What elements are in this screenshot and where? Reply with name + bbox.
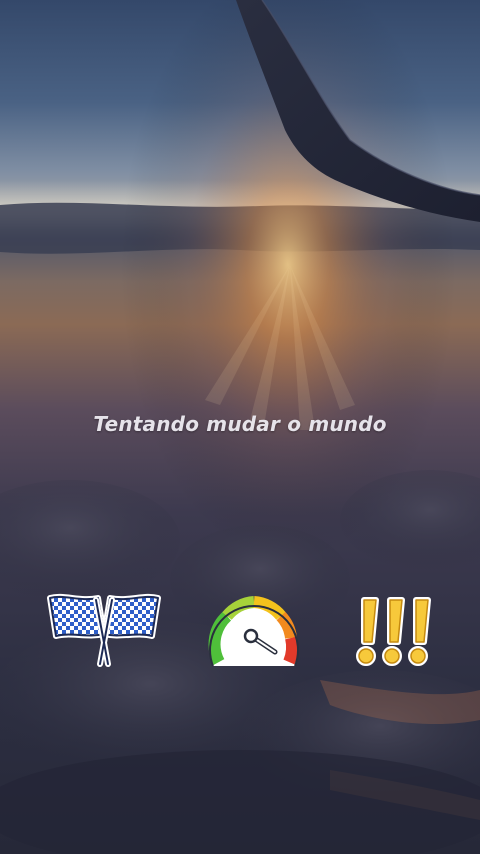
speedometer-icon[interactable] [205,590,303,674]
story-caption: Tentando mudar o mundo [93,412,387,436]
checkered-flags-icon[interactable] [46,590,162,670]
triple-exclamation-icon[interactable] [350,590,440,670]
story-view: Tentando mudar o mundo [0,0,480,854]
